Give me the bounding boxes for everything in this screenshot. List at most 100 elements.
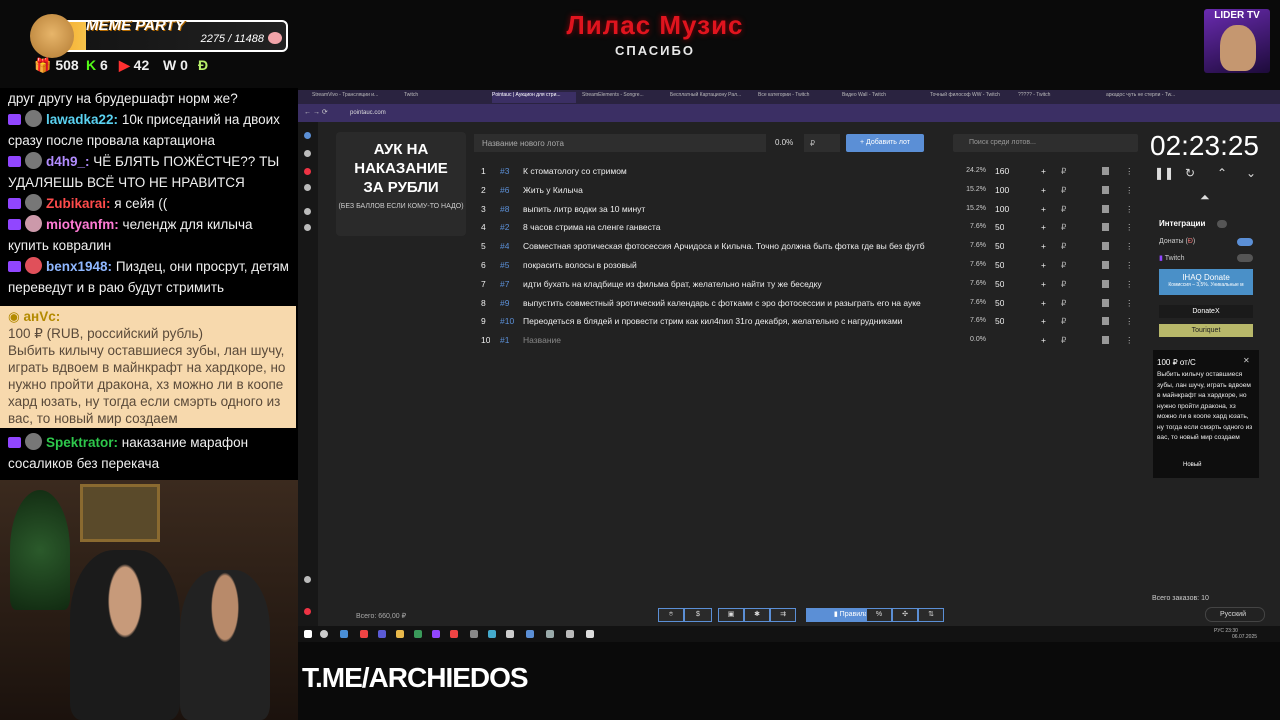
donations-toggle[interactable] <box>1237 238 1253 246</box>
taskbar-app-icon[interactable] <box>526 630 534 638</box>
lot-amount[interactable]: 50 <box>995 316 1004 326</box>
trash-icon[interactable] <box>1102 223 1109 232</box>
chat-nick[interactable]: benx1948: <box>46 259 112 274</box>
lot-name[interactable]: Название <box>523 335 953 345</box>
taskbar-app-icon[interactable] <box>566 630 574 638</box>
donation-card-new[interactable]: Новый <box>1183 462 1202 468</box>
lot-amount[interactable]: 160 <box>995 166 1009 176</box>
lot-name[interactable]: выпить литр водки за 10 минут <box>523 204 953 214</box>
browser-tab-active[interactable]: Pointauc | Аукцион для стри... <box>492 92 576 103</box>
ruble-icon[interactable]: ₽ <box>1061 279 1066 290</box>
more-icon[interactable]: ⋮ <box>1125 260 1134 271</box>
bug-icon[interactable]: ✱ <box>744 608 770 622</box>
new-lot-amount-input[interactable]: ₽ <box>804 134 840 152</box>
taskbar-app-icon[interactable] <box>506 630 514 638</box>
more-icon[interactable]: ⋮ <box>1125 204 1134 215</box>
taskbar-app-icon[interactable] <box>378 630 386 638</box>
taskbar-app-icon[interactable] <box>450 630 458 638</box>
more-icon[interactable]: ⋮ <box>1125 185 1134 196</box>
collapse-icon[interactable]: ⏶ <box>1200 190 1210 205</box>
system-tray[interactable]: РУС 23:30 06.07.2025 <box>1214 628 1257 640</box>
taskbar-app-icon[interactable] <box>546 630 554 638</box>
ruble-icon[interactable]: ₽ <box>1061 316 1066 327</box>
more-icon[interactable]: ⋮ <box>1125 279 1134 290</box>
auction-icon[interactable] <box>304 132 311 139</box>
trash-icon[interactable] <box>1102 298 1109 307</box>
ruble-icon[interactable]: ₽ <box>1061 335 1066 346</box>
add-amount-icon[interactable]: + <box>1041 298 1046 308</box>
more-icon[interactable]: ⋮ <box>1125 316 1134 327</box>
chevron-down-icon[interactable]: ⌄ <box>1246 166 1256 180</box>
percent-icon[interactable]: % <box>866 608 892 622</box>
lot-amount[interactable]: 50 <box>995 222 1004 232</box>
chat-nick[interactable]: Spektrator: <box>46 435 118 450</box>
taskbar-app-icon[interactable] <box>414 630 422 638</box>
trash-icon[interactable] <box>1102 242 1109 251</box>
taskbar-app-icon[interactable] <box>360 630 368 638</box>
dollar-icon[interactable]: $ <box>684 608 712 622</box>
lot-amount[interactable]: 50 <box>995 298 1004 308</box>
settings-icon[interactable] <box>304 150 311 157</box>
taskbar-app-icon[interactable] <box>586 630 594 638</box>
chat-nick[interactable]: Zubikarai: <box>46 196 111 211</box>
trash-icon[interactable] <box>1102 336 1109 345</box>
trash-icon[interactable] <box>1102 261 1109 269</box>
browser-tab[interactable]: StreamElements - Songre... <box>582 92 666 103</box>
ruble-icon[interactable]: ₽ <box>1061 298 1066 309</box>
browser-tab[interactable]: ????? - Twitch <box>1018 92 1102 103</box>
ihaq-donate-button[interactable]: IHAQ Donate Комиссия – 3,5%. Уникальные м <box>1159 269 1253 295</box>
touriquet-button[interactable]: Touriquet <box>1159 324 1253 337</box>
integrations-toggle[interactable] <box>1217 220 1227 228</box>
add-amount-icon[interactable]: + <box>1041 222 1046 232</box>
help-icon[interactable] <box>304 208 311 215</box>
new-lot-input[interactable]: Название нового лота <box>474 134 766 152</box>
trash-icon[interactable] <box>1102 317 1109 326</box>
more-icon[interactable]: ⋮ <box>1125 222 1134 233</box>
pause-icon[interactable]: ❚❚ <box>1154 166 1174 180</box>
taskbar-app-icon[interactable] <box>432 630 440 638</box>
trash-icon[interactable] <box>1102 204 1109 213</box>
donatex-button[interactable]: DonateX <box>1159 305 1253 318</box>
integrations-icon[interactable] <box>304 168 311 175</box>
browser-tab[interactable]: Все категории - Twitch <box>758 92 842 103</box>
lot-amount[interactable]: 100 <box>995 204 1009 214</box>
lot-name[interactable]: 8 часов стрима на сленге ганвеста <box>523 222 953 232</box>
lot-search-input[interactable]: Поиск среди лотов... <box>953 134 1138 152</box>
add-amount-icon[interactable]: + <box>1041 204 1046 214</box>
sort-icon[interactable]: ⇅ <box>918 608 944 622</box>
chat-nick[interactable]: d4h9_: <box>46 154 90 169</box>
url-field[interactable]: pointauc.com <box>350 107 650 119</box>
nav-arrows-icon[interactable]: ← → ⟳ <box>304 108 328 116</box>
reset-icon[interactable]: ↻ <box>1185 166 1195 180</box>
add-amount-icon[interactable]: + <box>1041 260 1046 270</box>
telegram-icon[interactable] <box>304 576 311 583</box>
move-icon[interactable]: ✣ <box>892 608 918 622</box>
taskbar-app-icon[interactable] <box>340 630 348 638</box>
search-icon[interactable] <box>320 630 328 638</box>
chevron-up-icon[interactable]: ⌃ <box>1217 166 1227 180</box>
add-amount-icon[interactable]: + <box>1041 316 1046 326</box>
ruble-icon[interactable]: ₽ <box>1061 222 1066 233</box>
ruble-icon[interactable]: ₽ <box>1061 260 1066 271</box>
trash-icon[interactable] <box>1102 185 1109 194</box>
trash-icon[interactable] <box>1102 279 1109 288</box>
browser-tab[interactable]: Бесплатный Картациону Рал... <box>670 92 754 103</box>
browser-tab[interactable]: Точный философ WW - Twitch <box>930 92 1014 103</box>
more-icon[interactable]: ⋮ <box>1125 298 1134 309</box>
trash-icon[interactable] <box>1102 167 1109 175</box>
lot-amount[interactable]: 100 <box>995 185 1009 195</box>
lot-name[interactable]: Переодеться в блядей и провести стрим ка… <box>523 316 953 326</box>
add-amount-icon[interactable]: + <box>1041 279 1046 289</box>
ruble-icon[interactable]: ₽ <box>1061 204 1066 215</box>
add-amount-icon[interactable]: + <box>1041 335 1046 345</box>
ruble-icon[interactable]: ₽ <box>1061 166 1066 177</box>
history-icon[interactable] <box>304 184 311 191</box>
import-icon[interactable]: ⇉ <box>770 608 796 622</box>
browser-tab[interactable]: аркадос чуть не стерли - Tw... <box>1106 92 1190 103</box>
add-lot-button[interactable]: + Добавить лот <box>846 134 924 152</box>
shield-icon[interactable] <box>304 224 311 231</box>
browser-tab[interactable]: Twitch <box>404 92 484 103</box>
close-icon[interactable]: ✕ <box>1243 356 1250 365</box>
clear-icon[interactable]: ▣ <box>718 608 744 622</box>
browser-tab[interactable]: Видео Wall - Twitch <box>842 92 926 103</box>
